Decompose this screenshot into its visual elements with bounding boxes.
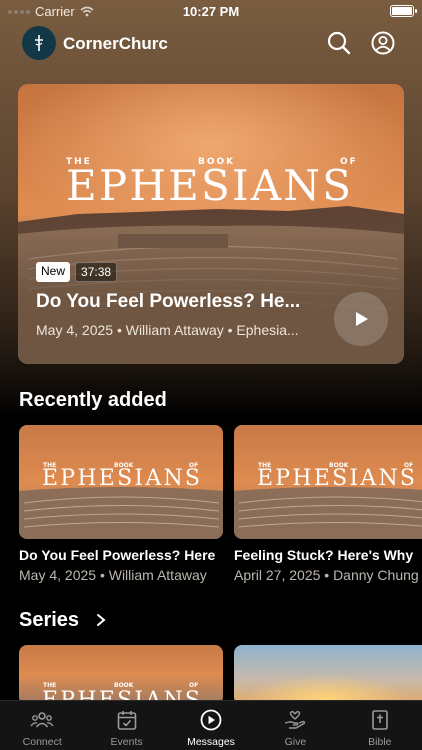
featured-title: Do You Feel Powerless? He... xyxy=(36,291,301,312)
svg-text:EPHESIANS: EPHESIANS xyxy=(257,466,415,491)
artwork-title: EPHESIANS xyxy=(66,161,356,210)
recent-item-thumbnail[interactable]: THE BOOK OF EPHESIANS xyxy=(19,425,223,539)
svg-text:EPHESIANS: EPHESIANS xyxy=(42,466,200,491)
tab-messages-label: Messages xyxy=(187,736,235,748)
cross-logo-icon xyxy=(35,35,43,51)
church-logo[interactable] xyxy=(22,26,56,60)
bible-icon xyxy=(372,710,388,730)
status-bar: Carrier 10:27 PM xyxy=(0,0,422,22)
featured-message-card[interactable]: THE BOOK OF EPHESIANS New 37:38 Do You F… xyxy=(18,84,404,364)
tab-bible-label: Bible xyxy=(368,736,392,748)
series-item-thumbnail[interactable] xyxy=(234,645,422,705)
recent-item-title[interactable]: Feeling Stuck? Here's Why xyxy=(234,547,422,563)
tab-connect[interactable]: Connect xyxy=(0,701,84,750)
people-icon xyxy=(30,712,54,728)
calendar-icon xyxy=(117,711,136,730)
tab-give-label: Give xyxy=(284,736,307,748)
search-icon[interactable] xyxy=(326,30,352,56)
brand-name: CornerChurc xyxy=(63,34,168,53)
play-circle-icon xyxy=(200,709,222,731)
profile-icon[interactable] xyxy=(370,30,396,56)
chevron-right-icon[interactable] xyxy=(95,613,107,627)
play-icon xyxy=(356,312,368,326)
recent-item-thumbnail[interactable]: THE BOOK OF EPHESIANS xyxy=(234,425,422,539)
series-item-thumbnail[interactable]: THE BOOK OF EPHESIANS xyxy=(19,645,223,705)
app-header: CornerChurc xyxy=(0,24,422,64)
tab-bible[interactable]: Bible xyxy=(338,701,422,750)
tab-bar: Connect Events Messages Give Bible xyxy=(0,700,422,750)
recently-added-heading: Recently added xyxy=(19,389,167,411)
clock: 10:27 PM xyxy=(182,4,240,19)
series-heading[interactable]: Series xyxy=(19,609,79,632)
featured-meta: May 4, 2025 • William Attaway • Ephesia.… xyxy=(36,322,299,338)
tab-give[interactable]: Give xyxy=(253,701,337,750)
give-hand-icon xyxy=(285,710,306,729)
recent-item-meta: April 27, 2025 • Danny Chung xyxy=(234,567,419,583)
tab-events[interactable]: Events xyxy=(84,701,168,750)
tab-events-label: Events xyxy=(110,736,143,748)
recent-item-meta: May 4, 2025 • William Attaway xyxy=(19,567,207,583)
battery-icon xyxy=(390,5,417,17)
recent-item-title[interactable]: Do You Feel Powerless? Here xyxy=(19,547,229,563)
duration-badge: 37:38 xyxy=(75,262,118,282)
play-button[interactable] xyxy=(334,292,388,346)
tab-connect-label: Connect xyxy=(22,736,62,748)
new-badge: New xyxy=(36,262,71,282)
tab-messages[interactable]: Messages xyxy=(169,701,253,750)
